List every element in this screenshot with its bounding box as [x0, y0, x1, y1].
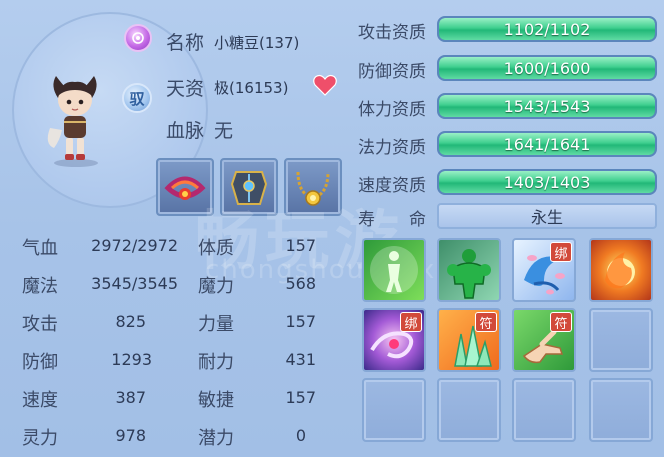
stat-value: 157 [285, 236, 316, 255]
skill-slot-11[interactable] [512, 378, 576, 442]
rune-badge: 符 [475, 312, 497, 332]
skill-slot-8[interactable] [589, 308, 653, 372]
skill-slot-5[interactable]: 绑 [362, 308, 426, 372]
stat-label: 体质 [198, 238, 234, 259]
stat-label: 灵力 [22, 428, 58, 449]
stat-label: 气血 [22, 238, 58, 259]
apt-label: 防御资质 [358, 62, 426, 82]
pet-type-icon [124, 24, 152, 52]
stat-label: 攻击 [22, 314, 58, 335]
skill-slot-3[interactable]: 绑 [512, 238, 576, 302]
tame-badge[interactable]: 驭 [122, 83, 152, 113]
stat-label: 敏捷 [198, 390, 234, 411]
apt-bar-stamina: 1543/1543 [437, 93, 657, 119]
stat-value: 978 [115, 426, 146, 445]
stat-value: 2972/2972 [91, 236, 178, 255]
apt-label: 法力资质 [358, 138, 426, 158]
apt-bar-attack: 1102/1102 [437, 16, 657, 42]
skill-slot-7[interactable]: 符 [512, 308, 576, 372]
skill-slot-4[interactable] [589, 238, 653, 302]
stat-label: 防御 [22, 352, 58, 373]
stat-value: 825 [115, 312, 146, 331]
stat-value: 431 [285, 350, 316, 369]
stat-label: 力量 [198, 314, 234, 335]
stat-label: 耐力 [198, 352, 234, 373]
skill-slot-10[interactable] [437, 378, 501, 442]
stat-value: 568 [285, 274, 316, 293]
apt-bar-defense: 1600/1600 [437, 55, 657, 81]
stat-label: 潜力 [198, 428, 234, 449]
apt-label: 体力资质 [358, 100, 426, 120]
skill-slot-6[interactable]: 符 [437, 308, 501, 372]
apt-value: 1102/1102 [503, 19, 591, 39]
stat-label: 魔力 [198, 276, 234, 297]
apt-label: 速度资质 [358, 176, 426, 196]
skill-slot-9[interactable] [362, 378, 426, 442]
bind-badge: 绑 [400, 312, 422, 332]
bind-badge: 绑 [550, 242, 572, 262]
apt-value: 1543/1543 [503, 96, 591, 116]
pet-detail-panel: 驭 名称 小糖豆(137) 天资 极(16153) 血脉 无 畅玩游 chong… [0, 0, 664, 457]
skill-slot-12[interactable] [589, 378, 653, 442]
green-figure-skill-icon [370, 246, 418, 294]
blood-label: 血脉 [166, 120, 205, 142]
talent-label: 天资 [166, 78, 205, 100]
rune-badge: 符 [550, 312, 572, 332]
life-label: 寿 命 [358, 210, 426, 230]
apt-label: 攻击资质 [358, 23, 426, 43]
green-muscle-skill-icon [447, 249, 491, 299]
apt-value: 1641/1641 [503, 134, 591, 154]
apt-value: 1403/1403 [503, 172, 591, 192]
heart-icon[interactable] [313, 74, 337, 96]
skill-slot-2[interactable] [437, 238, 501, 302]
stat-value: 0 [295, 426, 306, 445]
skill-slot-1[interactable] [362, 238, 426, 302]
stat-value: 157 [285, 388, 316, 407]
life-value: 永生 [437, 203, 657, 229]
blood-value: 无 [214, 120, 234, 142]
fireball-skill-icon [605, 252, 635, 289]
name-label: 名称 [166, 32, 205, 54]
stat-value: 3545/3545 [91, 274, 178, 293]
stat-label: 速度 [22, 390, 58, 411]
stat-value: 157 [285, 312, 316, 331]
name-value: 小糖豆(137) [214, 34, 300, 52]
stat-value: 1293 [111, 350, 152, 369]
talent-value: 极(16153) [214, 79, 289, 97]
apt-bar-speed: 1403/1403 [437, 169, 657, 195]
stat-label: 魔法 [22, 276, 58, 297]
apt-value: 1600/1600 [503, 58, 591, 78]
pet-sprite[interactable] [40, 68, 110, 168]
apt-bar-magic: 1641/1641 [437, 131, 657, 157]
stat-value: 387 [115, 388, 146, 407]
